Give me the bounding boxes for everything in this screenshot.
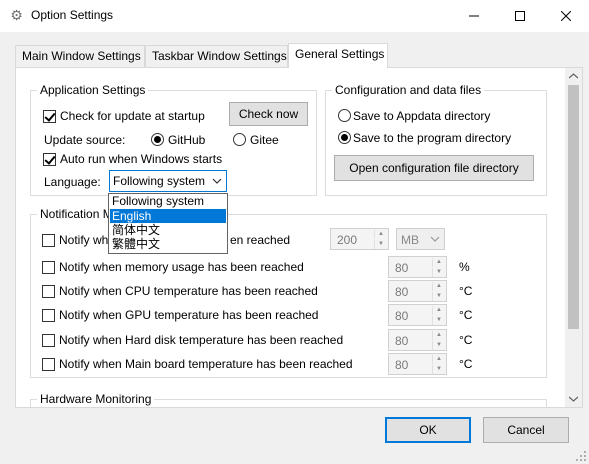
unit-select-value: MB — [401, 233, 419, 247]
save-appdata-radio[interactable] — [338, 109, 351, 122]
notify-memory-checkbox[interactable] — [42, 261, 55, 274]
notify-cpu-temp-unit: °C — [459, 284, 473, 298]
notify-gpu-temp-label: Notify when GPU temperature has been rea… — [59, 308, 319, 322]
scroll-down-icon[interactable] — [569, 396, 578, 402]
auto-run-checkbox[interactable] — [43, 153, 56, 166]
notify-cpu-temp-label: Notify when CPU temperature has been rea… — [59, 284, 318, 298]
notify-memory-label: Notify when memory usage has been reache… — [59, 260, 304, 274]
group-title: Hardware Monitoring — [37, 391, 155, 407]
ok-button[interactable]: OK — [385, 417, 471, 443]
tab-main-window-settings[interactable]: Main Window Settings — [15, 45, 145, 67]
cancel-button[interactable]: Cancel — [483, 417, 569, 443]
notify-board-temp-checkbox[interactable] — [42, 358, 55, 371]
notify-value-stepper-row-0[interactable]: 200 ▲ ▼ — [330, 228, 389, 250]
arrow-up-icon[interactable]: ▲ — [374, 230, 387, 239]
chevron-down-icon — [212, 178, 222, 184]
stepper-value: 80 — [395, 334, 409, 348]
language-dropdown-list: Following system English 简体中文 繁體中文 — [108, 193, 228, 254]
tab-general-settings[interactable]: General Settings — [288, 43, 388, 68]
save-program-dir-radio[interactable] — [338, 131, 351, 144]
language-label: Language: — [44, 175, 101, 189]
arrow-down-icon[interactable]: ▼ — [432, 268, 445, 277]
group-title: Application Settings — [37, 82, 149, 98]
arrow-down-icon[interactable]: ▼ — [374, 240, 387, 249]
tab-panel-general-settings: Application Settings Check for update at… — [15, 67, 583, 408]
group-title: Configuration and data files — [332, 82, 485, 98]
window-title: Option Settings — [31, 8, 114, 22]
title-bar: ⚙ Option Settings — [0, 0, 589, 32]
arrow-up-icon[interactable]: ▲ — [432, 258, 445, 267]
notify-cpu-temp-stepper[interactable]: 80 ▲ ▼ — [388, 280, 447, 302]
application-settings-group: Application Settings Check for update at… — [30, 82, 317, 196]
notify-board-temp-label: Notify when Main board temperature has b… — [59, 357, 353, 371]
arrow-up-icon[interactable]: ▲ — [432, 306, 445, 315]
scrollbar-thumb[interactable] — [568, 85, 579, 329]
source-github-label: GitHub — [168, 133, 206, 147]
stepper-value: 80 — [395, 358, 409, 372]
notify-memory-unit: % — [459, 260, 470, 274]
notify-gpu-temp-checkbox[interactable] — [42, 309, 55, 322]
hardware-monitoring-group: Hardware Monitoring — [30, 391, 547, 407]
open-config-dir-button[interactable]: Open configuration file directory — [334, 155, 534, 181]
minimize-icon — [469, 15, 479, 17]
notify-disk-temp-unit: °C — [459, 333, 473, 347]
check-update-label: Check for update at startup — [60, 109, 205, 123]
language-select-value: Following system — [113, 174, 206, 188]
tab-taskbar-window-settings[interactable]: Taskbar Window Settings — [145, 45, 288, 67]
arrow-up-icon[interactable]: ▲ — [432, 355, 445, 364]
update-source-label: Update source: — [44, 133, 126, 147]
stepper-value: 80 — [395, 309, 409, 323]
notify-unit-select-row-0[interactable]: MB — [396, 228, 445, 250]
resize-grip-icon[interactable] — [575, 450, 587, 462]
arrow-down-icon[interactable]: ▼ — [432, 341, 445, 350]
stepper-value: 200 — [337, 233, 358, 247]
arrow-down-icon[interactable]: ▼ — [432, 316, 445, 325]
language-option[interactable]: 繁體中文 — [110, 237, 226, 251]
notify-memory-stepper[interactable]: 80 ▲ ▼ — [388, 256, 447, 278]
auto-run-label: Auto run when Windows starts — [60, 152, 223, 166]
notify-gpu-temp-unit: °C — [459, 308, 473, 322]
stepper-value: 80 — [395, 285, 409, 299]
maximize-icon — [515, 11, 525, 21]
minimize-button[interactable] — [451, 0, 497, 32]
notify-disk-temp-checkbox[interactable] — [42, 334, 55, 347]
arrow-up-icon[interactable]: ▲ — [432, 282, 445, 291]
language-option[interactable]: 简体中文 — [110, 223, 226, 237]
source-gitee-radio[interactable] — [233, 133, 246, 146]
notify-board-temp-stepper[interactable]: 80 ▲ ▼ — [388, 353, 447, 375]
check-update-checkbox[interactable] — [43, 110, 56, 123]
configuration-files-group: Configuration and data files Save to App… — [325, 82, 547, 196]
arrow-up-icon[interactable]: ▲ — [432, 331, 445, 340]
save-appdata-label: Save to Appdata directory — [353, 109, 491, 123]
source-github-radio[interactable] — [151, 133, 164, 146]
scroll-up-icon[interactable] — [569, 73, 578, 79]
notify-board-temp-unit: °C — [459, 357, 473, 371]
notify-gpu-temp-stepper[interactable]: 80 ▲ ▼ — [388, 304, 447, 326]
close-icon — [561, 11, 571, 21]
gear-icon: ⚙ — [10, 7, 23, 23]
language-select[interactable]: Following system — [109, 170, 227, 192]
stepper-value: 80 — [395, 261, 409, 275]
language-option[interactable]: Following system — [110, 194, 226, 208]
notify-cpu-temp-checkbox[interactable] — [42, 285, 55, 298]
save-program-dir-label: Save to the program directory — [353, 131, 512, 145]
notify-label-row-0-right: en reached — [230, 233, 291, 247]
arrow-down-icon[interactable]: ▼ — [432, 365, 445, 374]
maximize-button[interactable] — [497, 0, 543, 32]
check-now-button[interactable]: Check now — [229, 102, 308, 126]
arrow-down-icon[interactable]: ▼ — [432, 292, 445, 301]
notify-label-row-0-left: Notify whe — [59, 233, 116, 247]
chevron-down-icon — [430, 236, 440, 242]
notify-disk-temp-label: Notify when Hard disk temperature has be… — [59, 333, 344, 347]
notify-disk-temp-stepper[interactable]: 80 ▲ ▼ — [388, 329, 447, 351]
close-button[interactable] — [543, 0, 589, 32]
notify-checkbox-row-0[interactable] — [42, 234, 55, 247]
group-title: Notification M — [37, 206, 116, 222]
language-option-highlighted[interactable]: English — [110, 209, 226, 223]
source-gitee-label: Gitee — [250, 133, 279, 147]
